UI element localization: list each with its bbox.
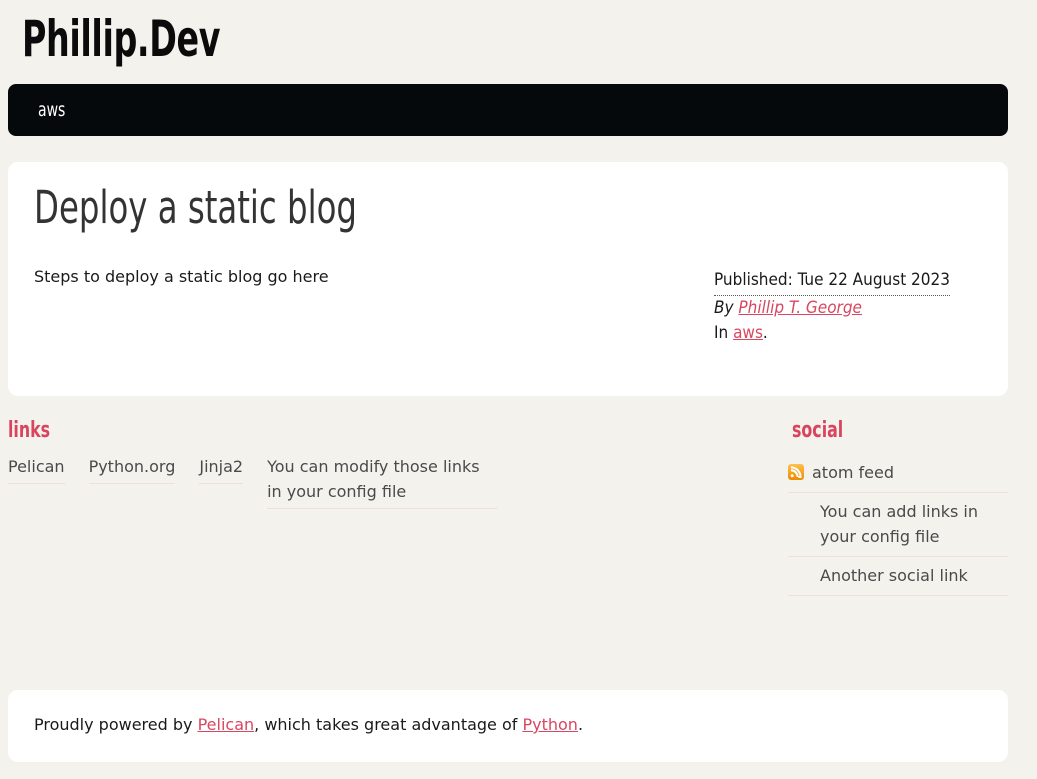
article-metadata: Published: Tue 22 August 2023 By Phillip…: [714, 267, 964, 347]
footer-suffix: .: [577, 715, 584, 734]
footer-prefix: Proudly powered by: [34, 715, 198, 734]
category-row: In aws.: [714, 321, 964, 347]
nav-link-aws[interactable]: aws: [38, 100, 65, 120]
in-label: In: [714, 323, 729, 343]
links-list: Pelican Python.org Jinja2 You can modify…: [8, 454, 788, 521]
social-widget-title: social: [792, 418, 844, 443]
article-body-text: Steps to deploy a static blog go here: [34, 267, 329, 286]
article-title: Deploy a static blog: [34, 181, 357, 234]
social-list: atom feed You can add links in your conf…: [788, 454, 1008, 596]
links-widget: links Pelican Python.org Jinja2 You can …: [8, 418, 788, 521]
list-item[interactable]: atom feed: [788, 454, 1008, 493]
atom-feed-link[interactable]: atom feed: [812, 460, 894, 485]
page-footer: Proudly powered by Pelican, which takes …: [8, 690, 1008, 762]
category-period: .: [762, 323, 768, 343]
nav-item-aws[interactable]: aws: [38, 100, 71, 120]
link-pelican[interactable]: Pelican: [8, 454, 65, 479]
widgets-row: links Pelican Python.org Jinja2 You can …: [8, 418, 1008, 668]
list-item[interactable]: You can add links in your config file: [788, 493, 1008, 557]
another-social-link[interactable]: Another social link: [820, 563, 968, 588]
by-label: By: [714, 297, 734, 318]
nav-list: aws: [38, 100, 71, 120]
social-config-hint-link[interactable]: You can add links in your config file: [820, 499, 1008, 549]
footer-middle: , which takes great advantage of: [254, 715, 523, 734]
footer-link-python[interactable]: Python: [522, 715, 577, 734]
author-link[interactable]: Phillip T. George: [738, 298, 862, 318]
category-link[interactable]: aws: [733, 323, 763, 343]
list-item[interactable]: Another social link: [788, 557, 1008, 596]
page-root: Phillip.Dev aws Deploy a static blog Ste…: [0, 0, 1037, 762]
article-card: Deploy a static blog Steps to deploy a s…: [8, 162, 1008, 396]
published-date: Published: Tue 22 August 2023: [714, 268, 950, 296]
main-navigation: aws: [8, 84, 1008, 136]
link-jinja2[interactable]: Jinja2: [199, 454, 243, 479]
footer-link-pelican[interactable]: Pelican: [198, 715, 255, 734]
site-masthead: Phillip.Dev: [0, 0, 1037, 76]
site-title[interactable]: Phillip.Dev: [22, 8, 773, 70]
footer-text: Proudly powered by Pelican, which takes …: [34, 714, 982, 736]
link-config-hint[interactable]: You can modify those links in your confi…: [267, 454, 497, 504]
rss-icon: [788, 464, 804, 480]
links-widget-title: links: [8, 418, 51, 443]
published-row: Published: Tue 22 August 2023: [714, 267, 964, 296]
social-widget: social atom feed You can add links in yo…: [788, 418, 1008, 596]
list-item[interactable]: You can modify those links in your confi…: [267, 454, 498, 509]
link-python-org[interactable]: Python.org: [89, 454, 176, 479]
list-item[interactable]: Python.org: [88, 454, 176, 484]
list-item[interactable]: Pelican: [8, 454, 65, 484]
list-item[interactable]: Jinja2: [199, 454, 244, 484]
author-row: By Phillip T. George: [714, 296, 964, 322]
